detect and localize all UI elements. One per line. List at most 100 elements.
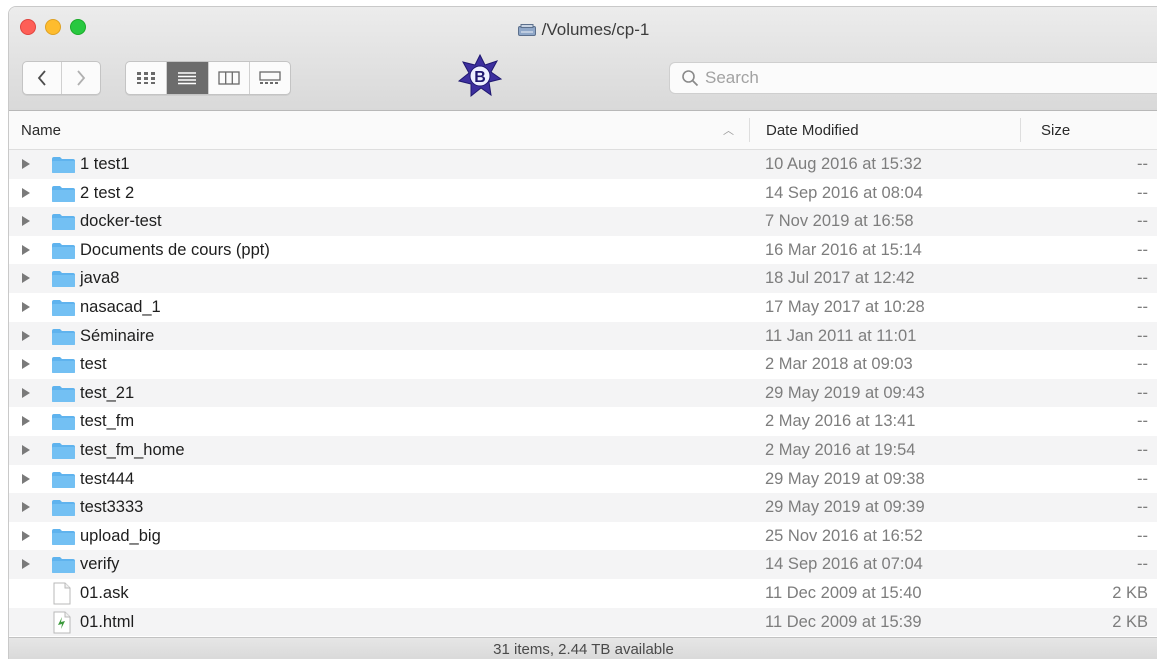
- file-row[interactable]: 01.ask 11 Dec 2009 at 15:40 2 KB: [9, 579, 1157, 608]
- file-date-modified: 14 Sep 2016 at 08:04: [765, 183, 923, 202]
- folder-row[interactable]: docker-test 7 Nov 2019 at 16:58 --: [9, 207, 1157, 236]
- folder-icon: [52, 242, 75, 259]
- back-button[interactable]: [23, 62, 61, 94]
- disclosure-triangle-icon[interactable]: [22, 244, 30, 255]
- folder-icon: [52, 442, 75, 459]
- folder-row[interactable]: test3333 29 May 2019 at 09:39 --: [9, 493, 1157, 522]
- search-field[interactable]: Search: [669, 62, 1157, 94]
- window-title-text: /Volumes/cp-1: [541, 20, 650, 39]
- folder-row[interactable]: test 2 Mar 2018 at 09:03 --: [9, 350, 1157, 379]
- view-mode-selector: [125, 61, 291, 95]
- file-name: Séminaire: [80, 326, 155, 345]
- file-date-modified: 29 May 2019 at 09:38: [765, 469, 925, 488]
- file-date-modified: 7 Nov 2019 at 16:58: [765, 212, 914, 231]
- file-date-modified: 10 Aug 2016 at 15:32: [765, 155, 922, 173]
- disclosure-triangle-icon[interactable]: [22, 559, 30, 570]
- file-size: --: [1137, 212, 1148, 231]
- list-view-button[interactable]: [166, 62, 208, 94]
- folder-icon: [52, 157, 75, 173]
- file-size: --: [1137, 240, 1148, 259]
- disclosure-triangle-icon[interactable]: [22, 330, 30, 341]
- folder-row[interactable]: upload_big 25 Nov 2016 at 16:52 --: [9, 522, 1157, 551]
- folder-row[interactable]: test_fm_home 2 May 2016 at 19:54 --: [9, 435, 1157, 465]
- finder-window: /Volumes/cp-1 B Search Name ︿ Date Modif…: [8, 6, 1157, 659]
- document-icon: [53, 582, 71, 605]
- disclosure-triangle-icon[interactable]: [22, 444, 30, 455]
- column-view-button[interactable]: [207, 62, 249, 94]
- file-name: test_21: [80, 383, 135, 402]
- disclosure-triangle-icon[interactable]: [22, 359, 30, 370]
- file-date-modified: 11 Jan 2011 at 11:01: [765, 326, 917, 345]
- file-name: upload_big: [80, 526, 161, 545]
- folder-row[interactable]: Séminaire 11 Jan 2011 at 11:01 --: [9, 321, 1157, 351]
- column-header-size[interactable]: Size: [1020, 118, 1070, 142]
- file-size: --: [1137, 326, 1148, 345]
- folder-row[interactable]: test_21 29 May 2019 at 09:43 --: [9, 378, 1157, 408]
- folder-row[interactable]: 2 test 2 14 Sep 2016 at 08:04 --: [9, 179, 1157, 208]
- file-size: --: [1137, 469, 1148, 488]
- file-size: --: [1137, 383, 1148, 402]
- folder-row[interactable]: test_fm 2 May 2016 at 13:41 --: [9, 407, 1157, 436]
- file-size: --: [1137, 355, 1148, 374]
- folder-icon: [52, 557, 75, 574]
- file-row[interactable]: 01.html 11 Dec 2009 at 15:39 2 KB: [9, 607, 1157, 637]
- file-date-modified: 25 Nov 2016 at 16:52: [765, 526, 923, 545]
- file-name: 01.ask: [80, 583, 129, 602]
- file-date-modified: 18 Jul 2017 at 12:42: [765, 269, 915, 288]
- file-date-modified: 16 Mar 2016 at 15:14: [765, 240, 922, 259]
- file-size: --: [1137, 555, 1148, 574]
- disclosure-triangle-icon[interactable]: [22, 530, 30, 541]
- file-name: test3333: [80, 498, 144, 517]
- file-date-modified: 29 May 2019 at 09:39: [765, 498, 925, 517]
- gallery-icon: [259, 71, 281, 84]
- disclosure-triangle-icon[interactable]: [22, 159, 30, 169]
- status-bar: 31 items, 2.44 TB available: [9, 637, 1157, 659]
- file-name: 2 test 2: [80, 183, 135, 202]
- bbedit-logo-icon[interactable]: B: [457, 53, 503, 99]
- folder-row[interactable]: Documents de cours (ppt) 16 Mar 2016 at 1…: [9, 236, 1157, 265]
- folder-row[interactable]: test444 29 May 2019 at 09:38 --: [9, 465, 1157, 494]
- file-size: --: [1137, 412, 1148, 431]
- folder-row[interactable]: java8 18 Jul 2017 at 12:42 --: [9, 264, 1157, 293]
- file-list: 1 test1 10 Aug 2016 at 15:32 -- 2 test 2 14 …: [9, 150, 1157, 637]
- disclosure-triangle-icon[interactable]: [22, 187, 30, 198]
- gallery-view-button[interactable]: [248, 62, 290, 94]
- file-name: nasacad_1: [80, 297, 161, 316]
- forward-button[interactable]: [61, 62, 100, 94]
- disclosure-triangle-icon[interactable]: [22, 301, 30, 312]
- file-name: verify: [80, 555, 120, 574]
- folder-row[interactable]: nasacad_1 17 May 2017 at 10:28 --: [9, 293, 1157, 322]
- file-size: 2 KB: [1112, 612, 1148, 631]
- folder-icon: [52, 214, 75, 231]
- file-size: --: [1137, 183, 1148, 202]
- disclosure-triangle-icon[interactable]: [22, 387, 30, 398]
- disclosure-triangle-icon[interactable]: [22, 216, 30, 227]
- disclosure-triangle-icon[interactable]: [22, 273, 30, 284]
- columns-icon: [217, 71, 240, 85]
- file-date-modified: 29 May 2019 at 09:43: [765, 383, 925, 402]
- file-name: docker-test: [80, 212, 162, 231]
- file-size: --: [1137, 269, 1148, 288]
- column-header-date[interactable]: Date Modified: [749, 118, 859, 142]
- folder-icon: [52, 299, 75, 316]
- file-date-modified: 2 May 2016 at 13:41: [765, 412, 916, 431]
- window-title: /Volumes/cp-1: [9, 20, 1157, 40]
- file-date-modified: 2 Mar 2018 at 09:03: [765, 355, 913, 374]
- disclosure-triangle-icon[interactable]: [22, 473, 30, 484]
- file-size: --: [1137, 498, 1148, 517]
- file-size: --: [1137, 440, 1148, 459]
- file-name: test: [80, 355, 107, 374]
- column-header-name[interactable]: Name: [21, 111, 61, 149]
- disclosure-triangle-icon[interactable]: [22, 502, 30, 513]
- file-date-modified: 17 May 2017 at 10:28: [765, 297, 925, 316]
- disclosure-triangle-icon[interactable]: [22, 416, 30, 427]
- file-date-modified: 11 Dec 2009 at 15:39: [765, 612, 922, 631]
- sort-ascending-icon: ︿: [723, 125, 734, 137]
- grid-icon: [137, 72, 156, 84]
- folder-row[interactable]: verify 14 Sep 2016 at 07:04 --: [9, 550, 1157, 579]
- folder-icon: [52, 185, 75, 202]
- search-placeholder: Search: [705, 68, 759, 87]
- icon-view-button[interactable]: [126, 62, 166, 94]
- folder-row[interactable]: 1 test1 10 Aug 2016 at 15:32 --: [9, 150, 1157, 179]
- file-name: 01.html: [80, 612, 135, 631]
